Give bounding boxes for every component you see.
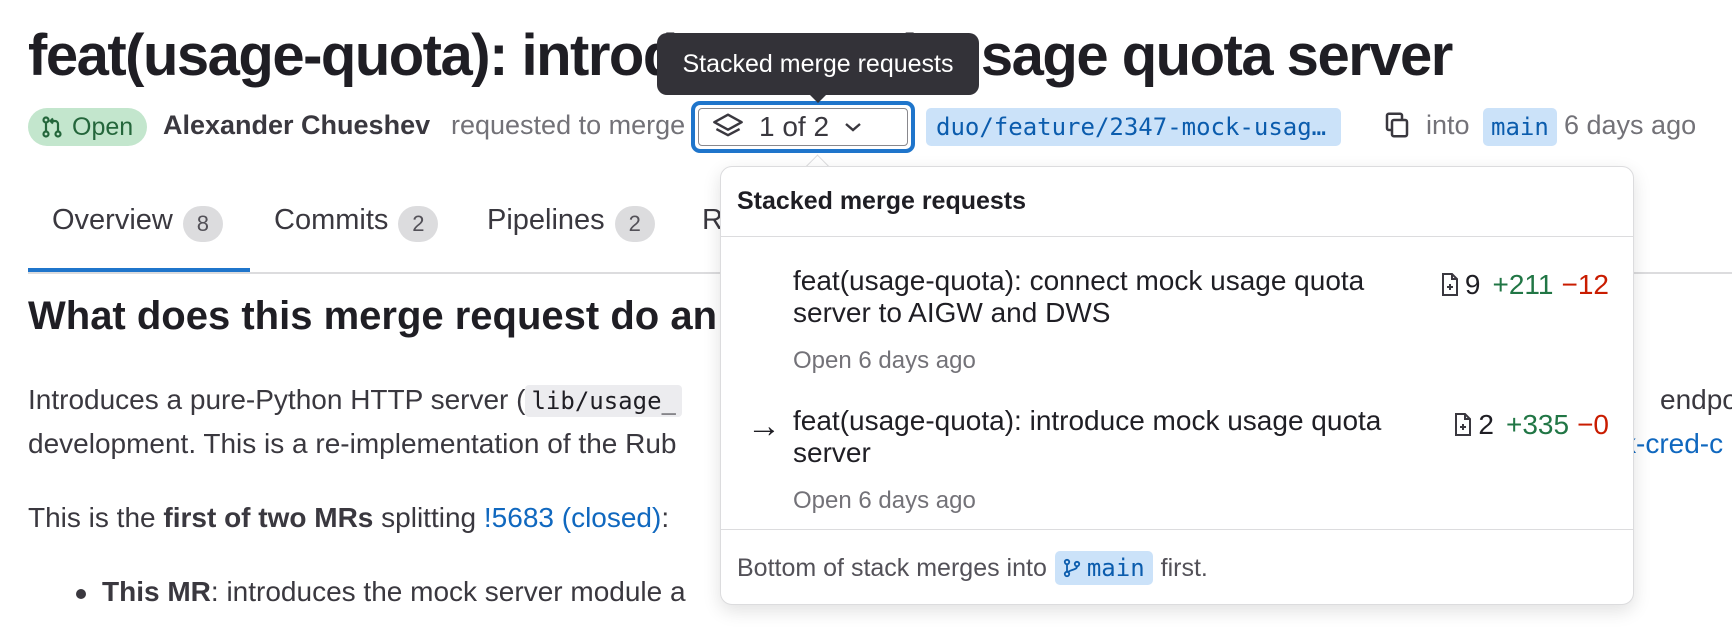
mr-link[interactable]: !5683 (closed)	[484, 502, 661, 533]
description-line-1: Introduces a pure-Python HTTP server (li…	[28, 384, 682, 417]
dropdown-header: Stacked merge requests	[737, 187, 1027, 215]
description-line-3: This is the first of two MRs splitting !…	[28, 502, 669, 534]
tooltip-arrow	[808, 93, 828, 103]
code-inline: lib/usage_	[525, 385, 682, 417]
footer-branch-name: main	[1086, 554, 1145, 582]
tab-count: 2	[398, 206, 439, 242]
merge-request-icon	[42, 116, 62, 138]
bullet-bold: This MR	[102, 576, 211, 607]
tooltip: Stacked merge requests	[657, 33, 979, 95]
stacked-mr-button-border	[698, 108, 908, 146]
tab-overview[interactable]: Overview 8	[28, 190, 250, 272]
stacked-mr-subtitle: Open 6 days ago	[793, 347, 976, 374]
tab-commits[interactable]: Commits 2	[274, 190, 439, 270]
status-badge-label: Open	[72, 112, 134, 141]
copy-branch-icon[interactable]	[1382, 110, 1412, 145]
tab-label: Pipelines	[487, 204, 605, 236]
description-line-2: development. This is a re-implementation…	[28, 428, 677, 459]
current-arrow-icon: →	[747, 407, 781, 445]
requested-to-merge-text: requested to merge	[451, 110, 686, 140]
bullet-marker	[76, 589, 86, 599]
stacked-mr-button[interactable]: 1 of 2	[692, 102, 914, 152]
tab-pipelines[interactable]: Pipelines 2	[487, 190, 655, 270]
additions: +211	[1492, 269, 1554, 300]
source-branch[interactable]: duo/feature/2347-mock-usag…	[926, 108, 1341, 146]
dropdown-footer: Bottom of stack merges into main first.	[737, 551, 1208, 585]
tab-label: Overview	[52, 204, 173, 236]
created-time: 6 days ago	[1564, 110, 1697, 140]
file-diff-icon	[1441, 273, 1458, 296]
description-bold: first of two MRs	[163, 502, 374, 533]
into-text: into	[1426, 110, 1470, 140]
description-text: Introduces a pure-Python HTTP server (	[28, 384, 526, 415]
bullet-item: This MR: introduces the mock server modu…	[102, 576, 686, 608]
stacked-mr-title: feat(usage-quota): introduce mock usage …	[793, 405, 1382, 468]
bullet-text: : introduces the mock server module a	[210, 576, 686, 607]
files-changed: 9	[1464, 269, 1481, 300]
mr-diff-stats: 9 +211 −12	[1439, 269, 1609, 301]
tab-count: 8	[182, 206, 223, 242]
stacked-mr-title: feat(usage-quota): connect mock usage qu…	[793, 265, 1365, 328]
status-badge: Open	[28, 108, 148, 146]
branch-icon	[1063, 558, 1080, 578]
tab-label: Commits	[274, 204, 389, 236]
tab-count: 2	[614, 206, 655, 242]
footer-text: first.	[1160, 553, 1208, 582]
files-changed: 2	[1478, 409, 1494, 440]
description-link-tail[interactable]: k-cred-c	[1622, 428, 1723, 460]
stacked-mr-item-current[interactable]: → feat(usage-quota): introduce mock usag…	[721, 397, 1631, 527]
divider	[721, 529, 1633, 530]
mr-diff-stats: 2 +335 −0	[1452, 409, 1609, 441]
description-text: :	[661, 502, 670, 533]
description-text: splitting	[373, 502, 484, 533]
deletions: −12	[1561, 269, 1610, 300]
author-link[interactable]: Alexander Chueshev	[163, 110, 430, 141]
deletions: −0	[1577, 409, 1609, 440]
target-branch[interactable]: main	[1483, 108, 1557, 146]
file-diff-icon	[1455, 413, 1472, 436]
description-text: This is the	[28, 502, 164, 533]
footer-branch-chip[interactable]: main	[1054, 551, 1153, 585]
stacked-mr-item[interactable]: feat(usage-quota): connect mock usage qu…	[721, 257, 1631, 387]
description-line-1-tail: endpoin	[1660, 384, 1732, 415]
description-heading: What does this merge request do an	[28, 294, 718, 338]
stacked-mr-subtitle: Open 6 days ago	[793, 487, 976, 514]
stacked-mr-dropdown: Stacked merge requests feat(usage-quota)…	[720, 166, 1634, 605]
footer-text: Bottom of stack merges into	[737, 553, 1047, 582]
additions: +335	[1505, 409, 1570, 440]
divider	[721, 236, 1633, 237]
